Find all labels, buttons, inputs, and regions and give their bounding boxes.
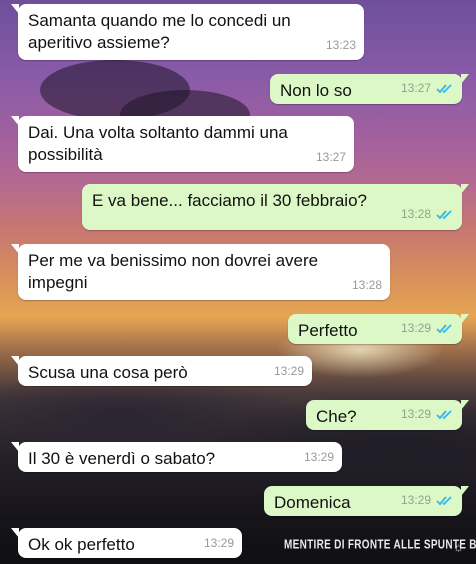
message-text: Samanta quando me lo concedi un aperitiv… — [28, 11, 291, 52]
message-time: 13:27 — [315, 150, 346, 164]
message-outgoing[interactable]: Domenica 13:29 — [264, 486, 469, 516]
double-check-icon — [436, 323, 452, 333]
message-outgoing[interactable]: Perfetto 13:29 — [288, 314, 469, 344]
message-incoming[interactable]: Scusa una cosa però 13:29 — [11, 356, 312, 386]
message-time: 13:28 — [351, 278, 382, 292]
message-time: 13:29 — [303, 450, 334, 464]
watermark-text: MENTIRE DI FRONTE ALLE SPUNTE BLU — [284, 538, 476, 553]
double-check-icon — [436, 495, 452, 505]
message-outgoing[interactable]: E va bene... facciamo il 30 febbraio? 13… — [82, 184, 469, 230]
message-time: 13:27 — [400, 81, 431, 95]
message-outgoing[interactable]: Non lo so 13:27 — [270, 74, 469, 104]
message-time: 13:23 — [325, 38, 356, 52]
double-check-icon — [436, 83, 452, 93]
message-text: Per me va benissimo non dovrei avere imp… — [28, 251, 319, 292]
message-incoming[interactable]: Il 30 è venerdì o sabato? 13:29 — [11, 442, 342, 472]
message-time: 13:28 — [400, 207, 431, 221]
message-text: Non lo so — [280, 81, 352, 100]
message-text: Il 30 è venerdì o sabato? — [28, 449, 216, 468]
message-time: 13:29 — [273, 364, 304, 378]
message-text: E va bene... facciamo il 30 febbraio? — [92, 191, 367, 210]
message-text: Ok ok perfetto — [28, 535, 135, 554]
double-check-icon — [436, 209, 452, 219]
message-time: 13:29 — [400, 321, 431, 335]
message-time: 13:29 — [400, 407, 431, 421]
message-time: 13:29 — [203, 536, 234, 550]
message-outgoing[interactable]: Che? 13:29 — [306, 400, 469, 430]
double-check-icon — [436, 409, 452, 419]
message-time: 13:29 — [400, 493, 431, 507]
message-incoming[interactable]: Dai. Una volta soltanto dammi una possib… — [11, 116, 354, 172]
message-text: Perfetto — [298, 321, 358, 340]
message-incoming[interactable]: Per me va benissimo non dovrei avere imp… — [11, 244, 390, 300]
message-text: Dai. Una volta soltanto dammi una possib… — [28, 123, 288, 164]
message-text: Domenica — [274, 493, 351, 512]
message-incoming[interactable]: Samanta quando me lo concedi un aperitiv… — [11, 4, 364, 60]
message-text: Scusa una cosa però — [28, 363, 188, 382]
message-text: Che? — [316, 407, 357, 426]
sun-logo-icon: ☼ — [453, 540, 464, 554]
message-incoming[interactable]: Ok ok perfetto 13:29 — [11, 528, 242, 558]
